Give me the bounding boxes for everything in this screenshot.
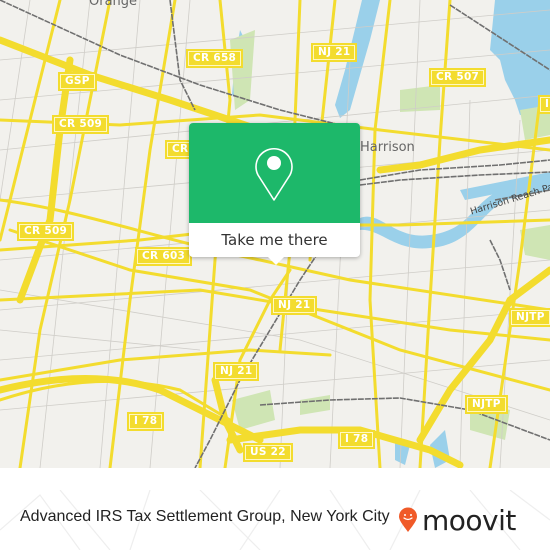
take-me-there-button[interactable]: Take me there [189,223,360,257]
route-shield-njtp-b: NJTP [465,395,508,414]
route-shield-cr-658: CR 658 [186,49,244,68]
location-popup: Take me there [189,123,360,265]
route-shield-i-78-b: I 78 [338,430,376,449]
moovit-pin-icon [399,507,417,532]
route-shield-nj-21-c: NJ 21 [213,362,260,381]
route-shield-cr-507: CR 507 [429,68,487,87]
moovit-wordmark: moovit [422,503,516,537]
route-shield-nj-21: NJ 21 [311,43,358,62]
route-shield-cr-509: CR 509 [52,115,110,134]
route-shield-i: I [538,95,550,114]
footer: Advanced IRS Tax Settlement Group, New Y… [0,490,550,550]
map-pin-icon [255,148,293,201]
route-shield-njtp: NJTP [509,308,550,327]
popup-header [189,123,360,223]
route-shield-us-22: US 22 [243,443,293,462]
map[interactable]: Orange Harrison Harrison Reach Passage G… [0,0,550,468]
location-title: Advanced IRS Tax Settlement Group, New Y… [20,508,390,525]
popup-pointer [267,256,285,265]
route-shield-nj-21-b: NJ 21 [271,296,318,315]
route-shield-cr-509-b: CR 509 [17,222,75,241]
route-shield-gsp: GSP [58,72,97,91]
route-shield-i-78: I 78 [127,412,165,431]
route-shield-cr-603: CR 603 [135,247,193,266]
place-label-orange: Orange [89,0,138,9]
moovit-logo[interactable]: moovit [398,500,516,540]
place-label-harrison: Harrison [360,140,415,155]
